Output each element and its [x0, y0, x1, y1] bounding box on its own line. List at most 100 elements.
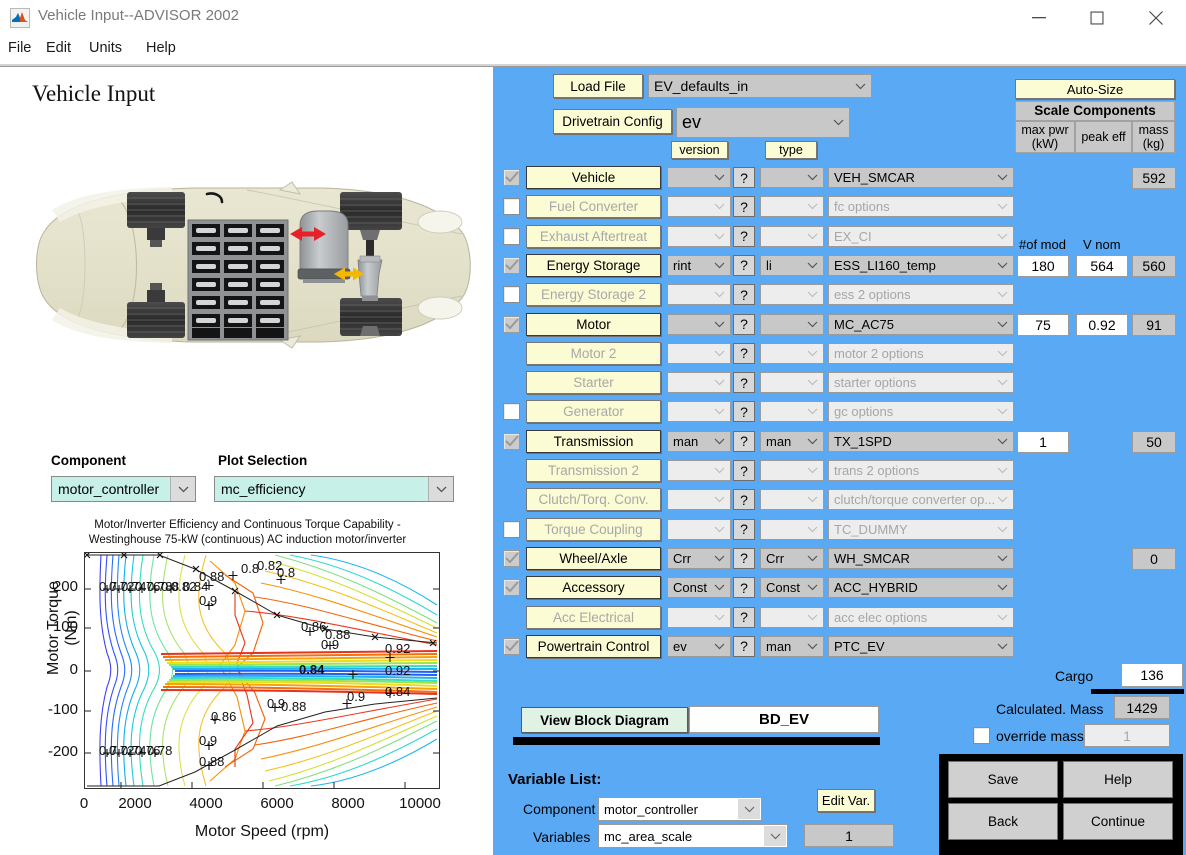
options-combo-acc-electrical[interactable]: acc elec options: [828, 606, 1014, 628]
version-combo-vehicle[interactable]: [667, 167, 731, 188]
version-combo-energy-storage-2[interactable]: [667, 284, 731, 306]
max-pwr-transmission[interactable]: 1: [1017, 430, 1069, 453]
checkbox-vehicle[interactable]: [503, 169, 520, 186]
var-component-select[interactable]: motor_controller: [598, 797, 762, 821]
save-button[interactable]: Save: [948, 761, 1058, 798]
options-combo-fuel-converter[interactable]: fc options: [828, 196, 1014, 218]
options-combo-wheel-axle[interactable]: WH_SMCAR: [828, 547, 1014, 569]
type-combo-motor[interactable]: [760, 313, 824, 335]
component-button-torque-coupling[interactable]: Torque Coupling: [526, 517, 661, 541]
checkbox-generator[interactable]: [503, 403, 520, 421]
load-file-combo[interactable]: EV_defaults_in: [648, 74, 872, 98]
component-button-vehicle[interactable]: Vehicle: [526, 166, 661, 189]
checkbox-transmission[interactable]: [503, 432, 520, 450]
component-button-starter[interactable]: Starter: [526, 371, 661, 395]
type-combo-fuel-converter[interactable]: [760, 196, 824, 218]
options-combo-generator[interactable]: gc options: [828, 401, 1014, 423]
type-combo-energy-storage-2[interactable]: [760, 284, 824, 306]
component-button-energy-storage-2[interactable]: Energy Storage 2: [526, 283, 661, 307]
component-button-transmission[interactable]: Transmission: [526, 429, 661, 453]
checkbox-energy-storage[interactable]: [503, 256, 520, 274]
version-combo-transmission[interactable]: man: [667, 430, 731, 452]
options-combo-energy-storage-2[interactable]: ess 2 options: [828, 284, 1014, 306]
help-button-vehicle[interactable]: ?: [733, 167, 755, 188]
help-button[interactable]: Help: [1063, 761, 1173, 798]
view-block-diagram-button[interactable]: View Block Diagram: [521, 707, 688, 733]
help-button-fuel-converter[interactable]: ?: [733, 196, 755, 218]
type-combo-clutch-torq-conv[interactable]: [760, 489, 824, 511]
type-combo-starter[interactable]: [760, 372, 824, 394]
type-combo-powertrain-control[interactable]: man: [760, 635, 824, 657]
component-select[interactable]: motor_controller: [51, 476, 196, 502]
var-variables-select[interactable]: mc_area_scale: [598, 824, 788, 848]
component-button-wheel-axle[interactable]: Wheel/Axle: [526, 546, 661, 570]
type-combo-vehicle[interactable]: [760, 167, 824, 188]
checkbox-fuel-converter[interactable]: [503, 198, 520, 216]
edit-var-button[interactable]: Edit Var.: [817, 789, 875, 812]
max-pwr-energy-storage[interactable]: 180: [1017, 254, 1069, 277]
checkbox-powertrain-control[interactable]: [503, 637, 520, 655]
options-combo-motor[interactable]: MC_AC75: [828, 313, 1014, 335]
options-combo-accessory[interactable]: ACC_HYBRID: [828, 577, 1014, 599]
help-button-motor-2[interactable]: ?: [733, 342, 755, 364]
component-button-clutch-torq-conv[interactable]: Clutch/Torq. Conv.: [526, 488, 661, 512]
checkbox-accessory[interactable]: [503, 579, 520, 597]
version-combo-fuel-converter[interactable]: [667, 196, 731, 218]
type-combo-accessory[interactable]: Const: [760, 577, 824, 599]
checkbox-torque-coupling[interactable]: [503, 520, 520, 538]
help-button-accessory[interactable]: ?: [733, 577, 755, 599]
component-button-exhaust-aftertreat[interactable]: Exhaust Aftertreat: [526, 224, 661, 248]
close-icon[interactable]: [1133, 0, 1179, 36]
help-button-torque-coupling[interactable]: ?: [733, 518, 755, 540]
type-combo-energy-storage[interactable]: li: [760, 254, 824, 276]
type-combo-motor-2[interactable]: [760, 342, 824, 364]
help-button-starter[interactable]: ?: [733, 372, 755, 394]
help-button-generator[interactable]: ?: [733, 401, 755, 423]
override-mass-value[interactable]: 1: [1084, 724, 1170, 747]
options-combo-transmission-2[interactable]: trans 2 options: [828, 460, 1014, 481]
help-button-transmission-2[interactable]: ?: [733, 460, 755, 481]
version-combo-wheel-axle[interactable]: Crr: [667, 547, 731, 569]
type-combo-generator[interactable]: [760, 401, 824, 423]
override-mass-checkbox[interactable]: [973, 727, 990, 744]
checkbox-exhaust-aftertreat[interactable]: [503, 227, 520, 245]
component-button-acc-electrical[interactable]: Acc Electrical: [526, 605, 661, 629]
version-combo-motor[interactable]: [667, 313, 731, 335]
menu-units[interactable]: Units: [89, 40, 122, 56]
options-combo-torque-coupling[interactable]: TC_DUMMY: [828, 518, 1014, 540]
version-combo-energy-storage[interactable]: rint: [667, 254, 731, 276]
drivetrain-config-combo[interactable]: ev: [676, 107, 850, 138]
back-button[interactable]: Back: [948, 803, 1058, 840]
load-file-button[interactable]: Load File: [553, 74, 643, 98]
options-combo-starter[interactable]: starter options: [828, 372, 1014, 394]
help-button-exhaust-aftertreat[interactable]: ?: [733, 225, 755, 247]
component-button-powertrain-control[interactable]: Powertrain Control: [526, 634, 661, 658]
component-button-fuel-converter[interactable]: Fuel Converter: [526, 195, 661, 219]
version-combo-clutch-torq-conv[interactable]: [667, 489, 731, 511]
cargo-value[interactable]: 136: [1121, 663, 1183, 687]
version-combo-acc-electrical[interactable]: [667, 606, 731, 628]
type-combo-wheel-axle[interactable]: Crr: [760, 547, 824, 569]
peak-eff-energy-storage[interactable]: 564: [1076, 254, 1128, 277]
help-button-acc-electrical[interactable]: ?: [733, 606, 755, 628]
options-combo-powertrain-control[interactable]: PTC_EV: [828, 635, 1014, 657]
options-combo-energy-storage[interactable]: ESS_LI160_temp: [828, 254, 1014, 276]
max-pwr-motor[interactable]: 75: [1017, 313, 1069, 336]
version-combo-torque-coupling[interactable]: [667, 518, 731, 540]
type-combo-torque-coupling[interactable]: [760, 518, 824, 540]
options-combo-clutch-torq-conv[interactable]: clutch/torque converter op...: [828, 489, 1014, 511]
version-combo-motor-2[interactable]: [667, 342, 731, 364]
options-combo-vehicle[interactable]: VEH_SMCAR: [828, 167, 1014, 188]
version-combo-powertrain-control[interactable]: ev: [667, 635, 731, 657]
minimize-icon[interactable]: [1016, 0, 1062, 36]
maximize-icon[interactable]: [1074, 0, 1120, 36]
menu-help[interactable]: Help: [146, 40, 176, 56]
checkbox-motor[interactable]: [503, 315, 520, 333]
continue-button[interactable]: Continue: [1063, 803, 1173, 840]
menu-edit[interactable]: Edit: [46, 40, 71, 56]
options-combo-motor-2[interactable]: motor 2 options: [828, 342, 1014, 364]
drivetrain-config-button[interactable]: Drivetrain Config: [553, 109, 672, 134]
type-combo-acc-electrical[interactable]: [760, 606, 824, 628]
peak-eff-motor[interactable]: 0.92: [1076, 313, 1128, 336]
help-button-energy-storage-2[interactable]: ?: [733, 284, 755, 306]
